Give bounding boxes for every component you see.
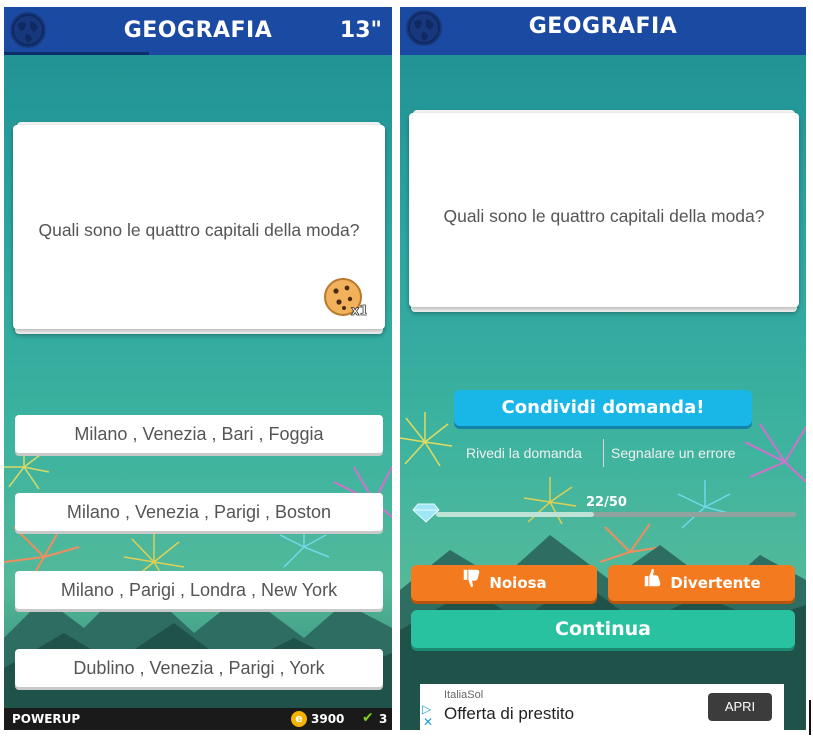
ad-banner[interactable]: ▷ ✕ ItaliaSol Offerta di prestito APRI — [420, 684, 784, 730]
answer-option-3[interactable]: Milano , Parigi , Londra , New York — [15, 571, 383, 609]
continue-button[interactable]: Continua — [411, 610, 795, 648]
level-progress: 22/50 — [412, 495, 796, 525]
progress-text: 22/50 — [586, 495, 627, 510]
ad-headline[interactable]: Offerta di prestito — [444, 704, 574, 724]
answer-option-4[interactable]: Dublino , Venezia , Parigi , York — [15, 649, 383, 687]
question-card: Quali sono le quattro capitali della mod… — [409, 113, 799, 307]
time-progress-bar — [4, 52, 149, 55]
thumbs-down-icon — [461, 566, 483, 602]
countdown-timer: 13" — [339, 18, 382, 43]
question-card: Quali sono le quattro capitali della mod… — [13, 125, 385, 329]
report-error-link[interactable]: Segnalare un errore — [611, 445, 736, 461]
coin-icon: e — [291, 711, 307, 727]
top-bar: GEOGRAFIA 13" — [4, 7, 392, 55]
answer-option-2[interactable]: Milano , Venezia , Parigi , Boston — [15, 493, 383, 531]
text-cursor — [809, 700, 811, 735]
question-screen: GEOGRAFIA 13" Quali sono le quattro capi… — [4, 7, 392, 730]
question-card-stack: Quali sono le quattro capitali della mod… — [13, 122, 385, 334]
fun-vote-label: Divertente — [670, 574, 761, 592]
question-text: Quali sono le quattro capitali della mod… — [443, 206, 765, 226]
bottom-status-bar: POWERUP e 3900 ✔ 3 — [4, 708, 392, 730]
answer-option-1[interactable]: Milano , Venezia , Bari , Foggia — [15, 415, 383, 453]
category-title: GEOGRAFIA — [528, 14, 678, 39]
share-question-button[interactable]: Condividi domanda! — [454, 390, 752, 426]
boring-vote-button[interactable]: Noiosa — [411, 565, 597, 601]
question-card-stack: Quali sono le quattro capitali della mod… — [409, 110, 799, 312]
question-text: Quali sono le quattro capitali della mod… — [38, 220, 360, 240]
cookie-multiplier: x1 — [351, 304, 367, 319]
powerup-button[interactable]: POWERUP — [12, 712, 80, 726]
link-divider — [603, 439, 604, 467]
fun-vote-button[interactable]: Divertente — [608, 565, 795, 601]
result-screen: GEOGRAFIA Quali sono le quattro capitali… — [400, 7, 806, 730]
thumbs-up-icon — [642, 566, 664, 602]
cookie-icon[interactable]: x1 — [323, 275, 369, 319]
ad-open-button[interactable]: APRI — [708, 693, 772, 721]
check-icon: ✔ — [362, 710, 374, 726]
progress-fill — [436, 512, 595, 517]
review-question-link[interactable]: Rivedi la domanda — [466, 445, 582, 461]
progress-track — [436, 512, 796, 517]
top-bar: GEOGRAFIA — [400, 7, 806, 55]
ad-advertiser: ItaliaSol — [444, 689, 484, 701]
adchoices-icon[interactable]: ▷ — [422, 702, 431, 716]
category-title: GEOGRAFIA — [123, 18, 273, 43]
coin-balance: 3900 — [311, 712, 345, 726]
correct-count: 3 — [379, 712, 388, 726]
question-links: Rivedi la domanda Segnalare un errore — [400, 439, 806, 469]
close-icon[interactable]: ✕ — [423, 715, 433, 729]
boring-vote-label: Noiosa — [489, 574, 547, 592]
